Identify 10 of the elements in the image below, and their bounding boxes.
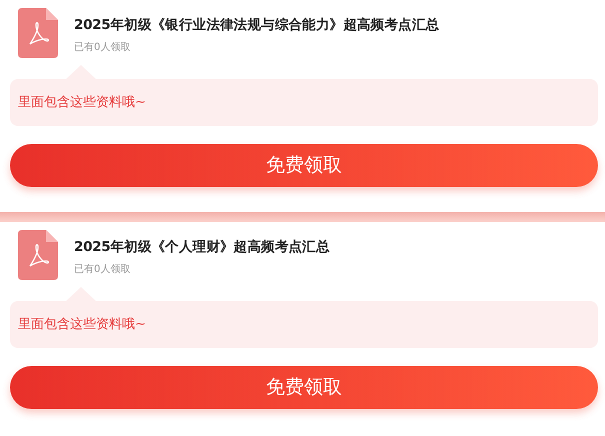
document-title: 2025年初级《银行业法律法规与综合能力》超高频考点汇总 <box>74 16 440 35</box>
pdf-file-icon <box>18 8 58 58</box>
pdf-file-icon <box>18 230 58 280</box>
document-title: 2025年初级《个人理财》超高频考点汇总 <box>74 238 330 257</box>
bubble-text: 里面包含这些资料哦~ <box>18 316 146 334</box>
claimed-count: 已有0人领取 <box>74 41 132 56</box>
claim-button[interactable]: 免费领取 <box>10 144 598 187</box>
claim-button[interactable]: 免费领取 <box>10 366 598 409</box>
claimed-count: 已有0人领取 <box>74 263 132 278</box>
bubble-text: 里面包含这些资料哦~ <box>18 94 146 112</box>
